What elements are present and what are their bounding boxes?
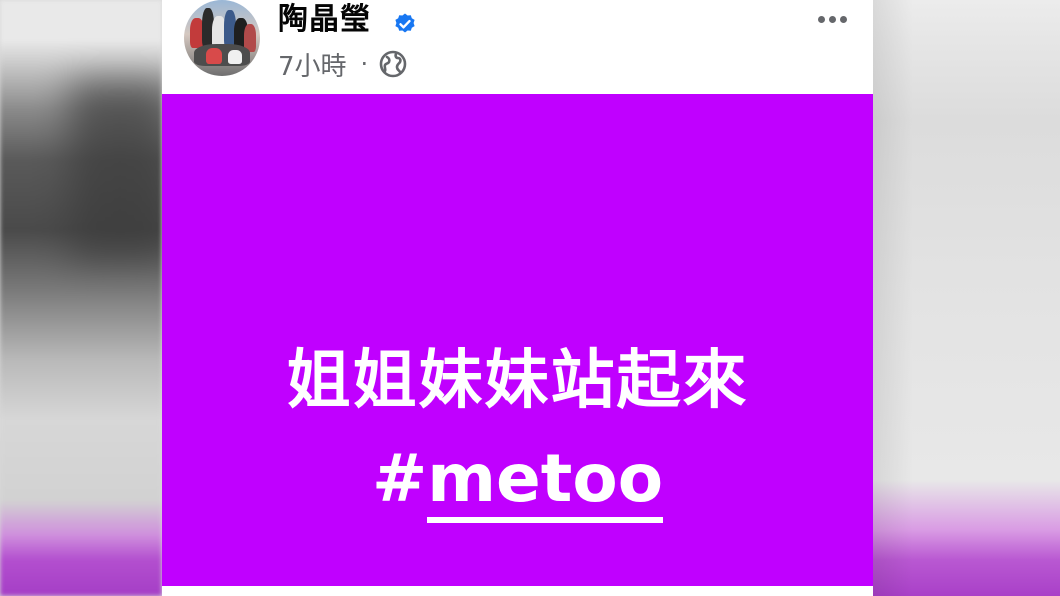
more-horizontal-icon (817, 15, 825, 23)
hash-symbol: # (371, 440, 428, 517)
media-text-line: 姐姐妹妹站起來 (286, 344, 749, 418)
hashtag-link[interactable]: metoo (427, 440, 664, 523)
post-meta: 7小時 · (278, 46, 408, 82)
more-dot (828, 15, 836, 23)
more-dot (839, 15, 847, 23)
post-media-text-background[interactable]: 姐姐妹妹站起來 #metoo (162, 94, 873, 586)
facebook-post: 陶晶瑩 7小時 · 姐姐妹妹站起來 #metoo (162, 0, 873, 596)
post-bottom-strip (162, 586, 873, 596)
meta-separator: · (360, 50, 369, 78)
blurred-background-left (0, 0, 162, 596)
blurred-background-right (873, 0, 1060, 596)
media-hashtag-line: #metoo (162, 440, 873, 523)
globe-icon[interactable] (378, 49, 408, 79)
post-timestamp[interactable]: 7小時 (278, 46, 347, 83)
verified-badge-icon (395, 13, 415, 33)
more-options-button[interactable] (810, 4, 854, 34)
avatar[interactable] (184, 0, 260, 76)
post-header: 陶晶瑩 7小時 · (162, 0, 873, 94)
author-name[interactable]: 陶晶瑩 (278, 2, 371, 38)
